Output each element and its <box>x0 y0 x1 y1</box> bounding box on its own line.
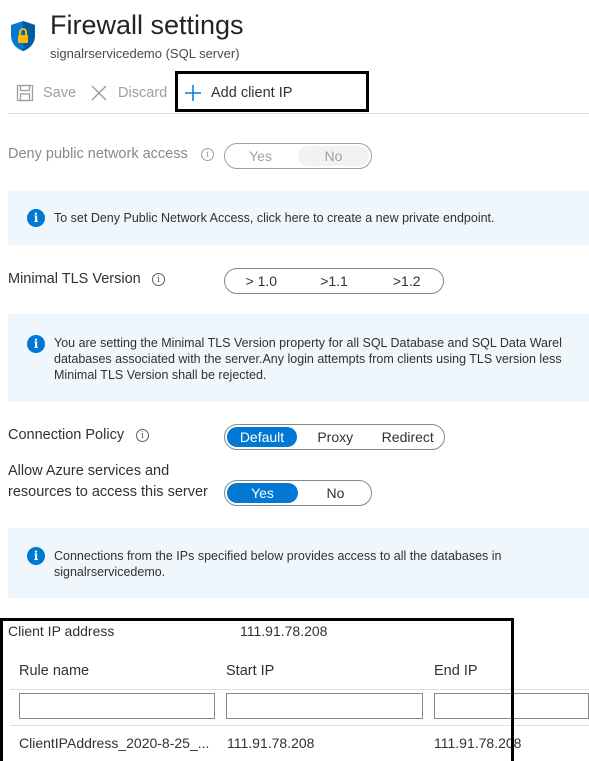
connection-policy-option-redirect[interactable]: Redirect <box>372 425 445 449</box>
info-banner-private-endpoint[interactable]: i To set Deny Public Network Access, cli… <box>8 191 589 245</box>
tls-toggle[interactable]: > 1.0 >1.1 >1.2 <box>224 268 444 294</box>
info-icon: i <box>27 209 45 227</box>
connection-policy-toggle[interactable]: Default Proxy Redirect <box>224 424 445 450</box>
save-button[interactable]: Save <box>16 84 76 102</box>
discard-label: Discard <box>118 85 168 101</box>
info-connections-line1: Connections from the IPs specified below… <box>54 549 502 563</box>
discard-icon <box>91 85 107 101</box>
info-icon: i <box>201 148 214 161</box>
tls-label: Minimal TLS Version <box>8 271 141 287</box>
deny-public-option-no[interactable]: No <box>298 146 369 166</box>
save-label: Save <box>43 85 77 101</box>
tls-option-1-1[interactable]: >1.1 <box>298 269 371 293</box>
info-icon: i <box>27 547 45 565</box>
highlight-box-toolbar <box>175 71 369 112</box>
toolbar-divider <box>8 113 589 114</box>
deny-public-toggle[interactable]: Yes No <box>224 143 372 169</box>
info-private-endpoint-text: To set Deny Public Network Access, click… <box>54 211 495 225</box>
save-icon <box>16 84 34 102</box>
discard-button[interactable]: Discard <box>90 84 167 102</box>
info-banner-tls: i You are setting the Minimal TLS Versio… <box>8 314 589 402</box>
info-icon: i <box>136 429 149 442</box>
page-title: Firewall settings <box>50 10 244 40</box>
allow-azure-toggle[interactable]: Yes No <box>224 480 372 506</box>
connection-policy-option-default[interactable]: Default <box>227 427 297 447</box>
tls-option-1-2[interactable]: >1.2 <box>370 269 443 293</box>
shield-icon <box>11 21 35 51</box>
info-banner-connections: i Connections from the IPs specified bel… <box>8 528 589 598</box>
allow-azure-label-line2: resources to access this server <box>8 484 208 500</box>
info-icon: i <box>27 335 45 353</box>
tls-option-1-0[interactable]: > 1.0 <box>225 269 298 293</box>
info-connections-line2: signalrservicedemo. <box>54 565 166 579</box>
info-tls-line2: databases associated with the server.Any… <box>54 352 562 366</box>
connection-policy-option-proxy[interactable]: Proxy <box>299 425 372 449</box>
allow-azure-option-no[interactable]: No <box>300 481 371 505</box>
allow-azure-label-line1: Allow Azure services and <box>8 463 170 479</box>
highlight-box-table <box>0 618 514 761</box>
allow-azure-option-yes[interactable]: Yes <box>227 483 298 503</box>
info-icon: i <box>152 273 165 286</box>
connection-policy-label: Connection Policy <box>8 427 125 443</box>
page-subtitle: signalrservicedemo (SQL server) <box>50 46 240 61</box>
deny-public-label: Deny public network access <box>8 146 188 162</box>
info-tls-line1: You are setting the Minimal TLS Version … <box>54 336 562 350</box>
deny-public-option-yes[interactable]: Yes <box>225 144 296 168</box>
info-tls-line3: Minimal TLS Version shall be rejected. <box>54 368 267 382</box>
